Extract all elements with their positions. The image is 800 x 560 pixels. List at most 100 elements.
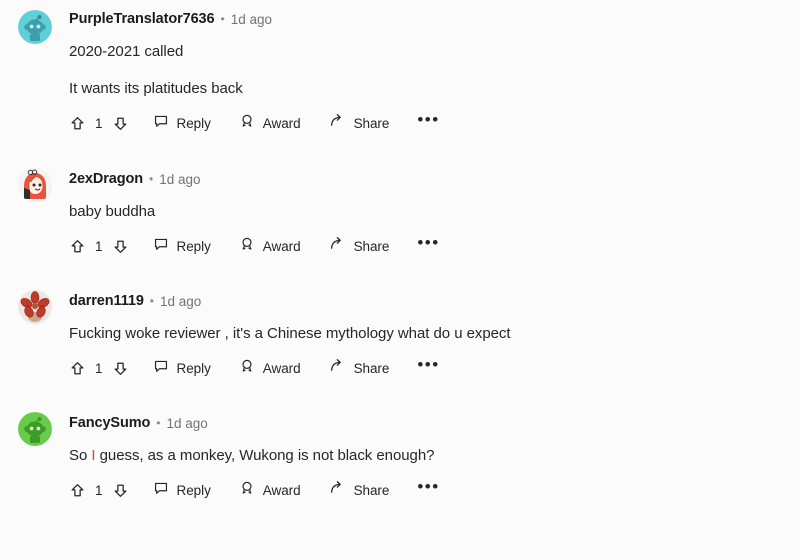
upvote-arrow-icon[interactable] bbox=[69, 115, 86, 132]
comment-timestamp: 1d ago bbox=[166, 415, 208, 431]
avatar-image bbox=[18, 168, 52, 202]
comment-header: 2exDragon • 1d ago bbox=[69, 166, 788, 192]
share-label: Share bbox=[353, 360, 390, 376]
comment-list: PurpleTranslator7636 • 1d ago 2020-2021 … bbox=[0, 0, 800, 507]
award-badge-icon bbox=[239, 480, 255, 501]
comment-header: darren1119 • 1d ago bbox=[69, 288, 788, 314]
comment-timestamp: 1d ago bbox=[230, 11, 272, 27]
comment-gap bbox=[0, 140, 800, 166]
comment-author[interactable]: PurpleTranslator7636 bbox=[69, 11, 215, 27]
comment-action-bar: 1 Reply Award Share ••• bbox=[69, 106, 788, 140]
comment-author[interactable]: darren1119 bbox=[69, 293, 144, 309]
comment-action-bar: 1 Reply Award Share ••• bbox=[69, 473, 788, 507]
share-label: Share bbox=[353, 238, 390, 254]
award-button[interactable]: Award bbox=[239, 358, 301, 379]
award-label: Award bbox=[262, 238, 301, 254]
meta-separator: • bbox=[149, 172, 154, 186]
meta-separator: • bbox=[156, 416, 161, 430]
comment-text-prefix: So bbox=[69, 447, 92, 464]
reply-button[interactable]: Reply bbox=[153, 113, 211, 134]
downvote-arrow-icon[interactable] bbox=[112, 482, 129, 499]
share-button[interactable]: Share bbox=[329, 112, 390, 134]
reply-label: Reply bbox=[176, 482, 211, 498]
vote-group: 1 bbox=[69, 238, 129, 255]
comment-body: baby buddha bbox=[69, 192, 788, 222]
vote-group: 1 bbox=[69, 360, 129, 377]
comment-gap bbox=[0, 263, 800, 288]
award-label: Award bbox=[262, 482, 301, 498]
comment-item: darren1119 • 1d ago Fucking woke reviewe… bbox=[0, 288, 800, 385]
comment-bubble-icon bbox=[153, 113, 169, 134]
share-button[interactable]: Share bbox=[329, 235, 390, 257]
award-badge-icon bbox=[239, 236, 255, 257]
comment-text: It wants its platitudes back bbox=[69, 80, 243, 97]
comment-text: Fucking woke reviewer , it's a Chinese m… bbox=[69, 325, 511, 342]
reply-label: Reply bbox=[176, 115, 211, 131]
avatar-snoo-green[interactable] bbox=[18, 412, 52, 446]
vote-count: 1 bbox=[95, 115, 103, 131]
more-options-button[interactable]: ••• bbox=[417, 356, 439, 376]
share-label: Share bbox=[353, 115, 390, 131]
more-options-button[interactable]: ••• bbox=[417, 234, 439, 254]
comment-item: 2exDragon • 1d ago baby buddha 1 Reply A… bbox=[0, 166, 800, 263]
vote-group: 1 bbox=[69, 115, 129, 132]
award-button[interactable]: Award bbox=[239, 113, 301, 134]
comment-header: FancySumo • 1d ago bbox=[69, 410, 788, 436]
award-label: Award bbox=[262, 360, 301, 376]
comment-bubble-icon bbox=[153, 236, 169, 257]
comment-body: Fucking woke reviewer , it's a Chinese m… bbox=[69, 314, 788, 344]
share-button[interactable]: Share bbox=[329, 479, 390, 501]
share-arrow-icon bbox=[329, 235, 346, 257]
award-label: Award bbox=[262, 115, 301, 131]
reply-button[interactable]: Reply bbox=[153, 358, 211, 379]
vote-count: 1 bbox=[95, 238, 103, 254]
downvote-arrow-icon[interactable] bbox=[112, 238, 129, 255]
upvote-arrow-icon[interactable] bbox=[69, 360, 86, 377]
award-button[interactable]: Award bbox=[239, 480, 301, 501]
comment-timestamp: 1d ago bbox=[159, 171, 201, 187]
more-options-button[interactable]: ••• bbox=[417, 111, 439, 131]
upvote-arrow-icon[interactable] bbox=[69, 238, 86, 255]
comment-item: FancySumo • 1d ago So I guess, as a monk… bbox=[0, 410, 800, 507]
comment-gap bbox=[0, 385, 800, 410]
downvote-arrow-icon[interactable] bbox=[112, 360, 129, 377]
vote-count: 1 bbox=[95, 360, 103, 376]
reply-label: Reply bbox=[176, 238, 211, 254]
comment-bubble-icon bbox=[153, 480, 169, 501]
comment-text: So I guess, as a monkey, Wukong is not b… bbox=[69, 445, 788, 466]
comment-text-suffix: guess, as a monkey, Wukong is not black … bbox=[95, 447, 435, 464]
comment-header: PurpleTranslator7636 • 1d ago bbox=[69, 6, 788, 32]
share-button[interactable]: Share bbox=[329, 357, 390, 379]
reply-button[interactable]: Reply bbox=[153, 480, 211, 501]
avatar-red-flower[interactable] bbox=[18, 290, 52, 324]
comment-action-bar: 1 Reply Award Share ••• bbox=[69, 351, 788, 385]
avatar-image bbox=[18, 10, 52, 44]
upvote-arrow-icon[interactable] bbox=[69, 482, 86, 499]
avatar-image bbox=[18, 412, 52, 446]
meta-separator: • bbox=[220, 12, 225, 26]
comment-body: 2020-2021 called It wants its platitudes… bbox=[69, 32, 788, 99]
downvote-arrow-icon[interactable] bbox=[112, 115, 129, 132]
comment-timestamp: 1d ago bbox=[160, 293, 202, 309]
avatar-image bbox=[18, 290, 52, 324]
comment-text: 2020-2021 called bbox=[69, 43, 184, 60]
comment-bubble-icon bbox=[153, 358, 169, 379]
avatar-snoo-cyan[interactable] bbox=[18, 10, 52, 44]
share-arrow-icon bbox=[329, 357, 346, 379]
award-badge-icon bbox=[239, 113, 255, 134]
comment-body: So I guess, as a monkey, Wukong is not b… bbox=[69, 436, 788, 466]
share-label: Share bbox=[353, 482, 390, 498]
comment-text: baby buddha bbox=[69, 203, 156, 220]
avatar-hooded-character-orange[interactable] bbox=[18, 168, 52, 202]
comment-author[interactable]: FancySumo bbox=[69, 415, 150, 431]
more-options-button[interactable]: ••• bbox=[417, 478, 439, 498]
meta-separator: • bbox=[149, 294, 154, 308]
share-arrow-icon bbox=[329, 479, 346, 501]
vote-group: 1 bbox=[69, 482, 129, 499]
reply-button[interactable]: Reply bbox=[153, 236, 211, 257]
comment-author[interactable]: 2exDragon bbox=[69, 171, 143, 187]
vote-count: 1 bbox=[95, 482, 103, 498]
award-button[interactable]: Award bbox=[239, 236, 301, 257]
reply-label: Reply bbox=[176, 360, 211, 376]
comment-item: PurpleTranslator7636 • 1d ago 2020-2021 … bbox=[0, 6, 800, 140]
